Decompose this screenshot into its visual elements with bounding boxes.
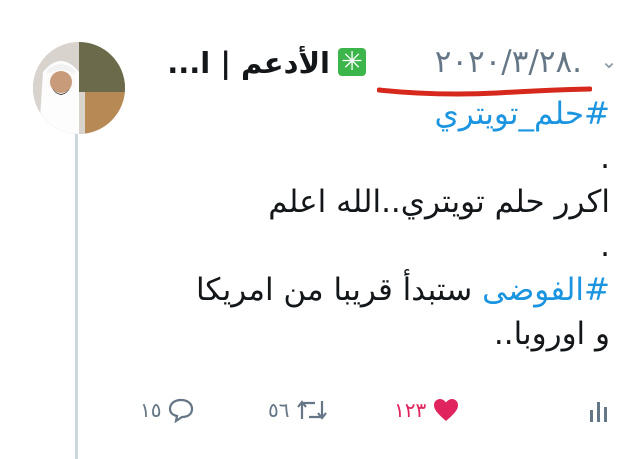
- tweet-date[interactable]: .٢٠٢٠/٣/٢٨: [435, 44, 582, 80]
- analytics-button[interactable]: [588, 392, 610, 428]
- analytics-icon: [590, 402, 607, 422]
- like-count: ١٢٣: [394, 398, 427, 422]
- chevron-down-icon[interactable]: ⌄: [598, 50, 620, 72]
- tweet-text: #حلم_تويتري . اكرر حلم تويتري..الله اعلم…: [140, 92, 610, 356]
- hashtag-link[interactable]: #حلم_تويتري: [140, 92, 610, 136]
- retweet-icon: [297, 400, 328, 420]
- heart-icon: [434, 399, 459, 421]
- reply-count: ١٥: [140, 398, 162, 422]
- like-button[interactable]: ١٢٣: [394, 392, 460, 428]
- tweet-header: الأدعم | ا... ✳ .٢٠٢٠/٣/٢٨ ⌄: [140, 40, 620, 97]
- retweet-button[interactable]: ٥٦: [268, 392, 329, 428]
- avatar[interactable]: [33, 42, 125, 134]
- hashtag-link[interactable]: #الفوضى: [482, 272, 610, 308]
- text-line: و اوروبا..: [493, 316, 610, 352]
- thread-line: [75, 130, 78, 459]
- text-line: اكرر حلم تويتري..الله اعلم: [268, 184, 610, 220]
- reply-button[interactable]: ١٥: [140, 392, 195, 428]
- badge-icon: ✳: [338, 48, 366, 76]
- retweet-count: ٥٦: [268, 398, 290, 422]
- text-segment: ستبدأ قريبا من امريكا: [196, 272, 483, 308]
- tweet-actions: ١٥ ٥٦ ١٢٣: [140, 392, 610, 428]
- reply-icon: [169, 398, 194, 423]
- author-name[interactable]: الأدعم | ا...: [140, 46, 330, 80]
- text-line: .: [600, 228, 610, 264]
- text-line: #الفوضى ستبدأ قريبا من امريكا: [140, 268, 610, 312]
- text-line: .: [600, 140, 610, 176]
- avatar-image: [33, 42, 125, 134]
